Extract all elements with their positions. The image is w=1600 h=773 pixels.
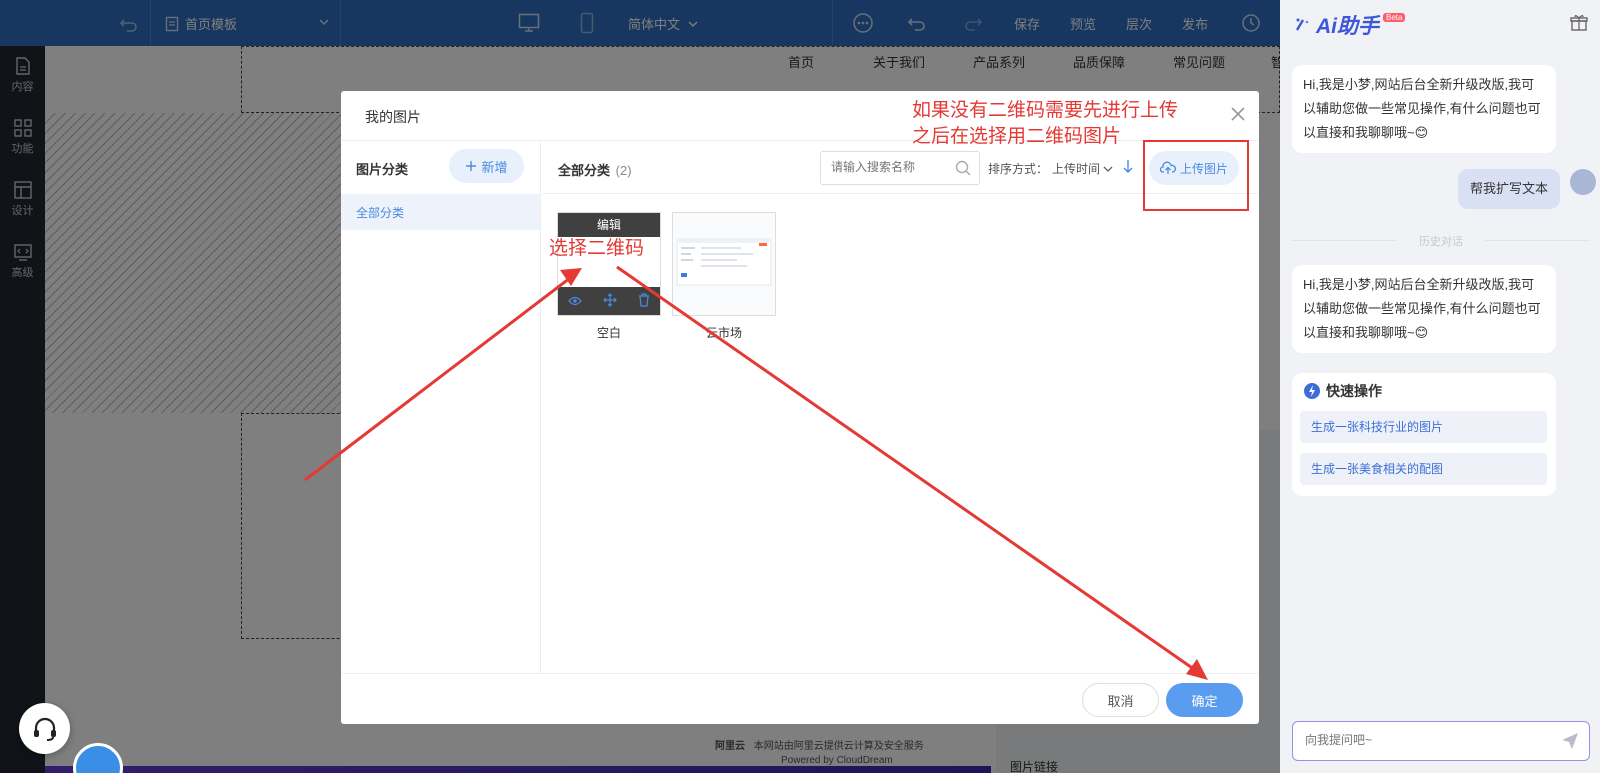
ai-question-input[interactable] xyxy=(1305,733,1545,747)
upload-hint-text: 如果没有二维码需要先进行上传 之后在选择用二维码图片 xyxy=(912,98,1178,150)
edit-image-button[interactable]: 编辑 xyxy=(558,213,660,237)
move-icon[interactable] xyxy=(603,292,617,310)
quick-action-item[interactable]: 生成一张美食相关的配图 xyxy=(1300,453,1547,485)
upload-highlight-box xyxy=(1143,140,1249,211)
category-header: 图片分类 xyxy=(356,162,409,177)
sort-direction-icon[interactable] xyxy=(1122,158,1134,177)
category-pane: 图片分类 新增 全部分类 xyxy=(341,141,541,673)
sort-value-label: 上传时间 xyxy=(1052,162,1101,176)
select-hint-text: 选择二维码 xyxy=(549,238,645,259)
dialog-title: 我的图片 xyxy=(365,109,421,125)
assistant-message: Hi,我是小梦,网站后台全新升级改版,我可以辅助您做一些常见操作,有什么问题也可… xyxy=(1292,65,1556,153)
ai-logo: Ai助手 Beta xyxy=(1294,10,1406,40)
quick-actions-title: 快速操作 xyxy=(1304,381,1382,401)
add-category-label: 新增 xyxy=(481,159,508,175)
image-list-pane: 全部分类 (2) 排序方式： 上传时间 上传图片 xyxy=(542,141,1259,673)
trash-icon[interactable] xyxy=(638,292,650,310)
dialog-footer: 取消 确定 xyxy=(341,673,1259,724)
search-input[interactable] xyxy=(831,160,951,174)
image-name: 云市场 xyxy=(705,326,742,340)
ai-sparkle-icon xyxy=(1295,18,1309,31)
confirm-button[interactable]: 确定 xyxy=(1166,683,1243,717)
ai-assistant-panel: Ai助手 Beta Hi,我是小梦,网站后台全新升级改版,我可以辅助您做一些常见… xyxy=(1280,0,1600,773)
image-picker-dialog: 我的图片 图片分类 新增 全部分类 全部分类 (2) 排序方式： xyxy=(341,91,1259,724)
current-category-label: 全部分类 xyxy=(558,163,611,178)
sort-label: 排序方式： xyxy=(988,162,1049,176)
upload-hint-line2: 之后在选择用二维码图片 xyxy=(912,126,1122,147)
send-icon[interactable] xyxy=(1561,732,1579,753)
headset-icon xyxy=(33,717,56,741)
quick-actions-label: 快速操作 xyxy=(1326,383,1382,399)
ai-logo-text: Ai助手 xyxy=(1316,15,1379,38)
customer-service-button[interactable] xyxy=(19,703,70,754)
close-icon[interactable] xyxy=(1229,105,1247,126)
quick-actions-card: 快速操作 生成一张科技行业的图片 生成一张美食相关的配图 xyxy=(1292,373,1556,496)
user-avatar xyxy=(1570,169,1596,195)
search-box[interactable] xyxy=(820,151,980,185)
gift-icon[interactable] xyxy=(1570,14,1588,35)
current-category: 全部分类 (2) xyxy=(558,160,632,179)
image-name: 空白 xyxy=(596,326,621,340)
screenshot-thumbnail xyxy=(673,213,775,315)
plus-icon xyxy=(466,161,477,171)
upload-hint-line1: 如果没有二维码需要先进行上传 xyxy=(912,100,1179,121)
lightning-icon xyxy=(1304,383,1320,399)
eye-icon[interactable] xyxy=(568,294,583,309)
category-item-all[interactable]: 全部分类 xyxy=(341,194,540,230)
image-thumb-blank[interactable]: 编辑 xyxy=(557,212,661,316)
image-thumb-cloud-market[interactable] xyxy=(672,212,776,316)
user-message: 帮我扩写文本 xyxy=(1458,169,1561,209)
cancel-button[interactable]: 取消 xyxy=(1082,683,1159,717)
ai-chat-input[interactable] xyxy=(1292,721,1590,761)
sort-select[interactable]: 上传时间 xyxy=(1052,160,1113,177)
add-category-button[interactable]: 新增 xyxy=(449,149,524,183)
history-divider: 历史对话 xyxy=(1292,233,1590,249)
chevron-down-icon xyxy=(1103,166,1113,172)
search-icon[interactable] xyxy=(955,160,971,179)
assistant-message: Hi,我是小梦,网站后台全新升级改版,我可以辅助您做一些常见操作,有什么问题也可… xyxy=(1292,265,1556,353)
image-count: (2) xyxy=(615,163,632,178)
image-actions xyxy=(558,287,660,315)
quick-action-item[interactable]: 生成一张科技行业的图片 xyxy=(1300,411,1547,443)
beta-badge: Beta xyxy=(1383,12,1406,22)
